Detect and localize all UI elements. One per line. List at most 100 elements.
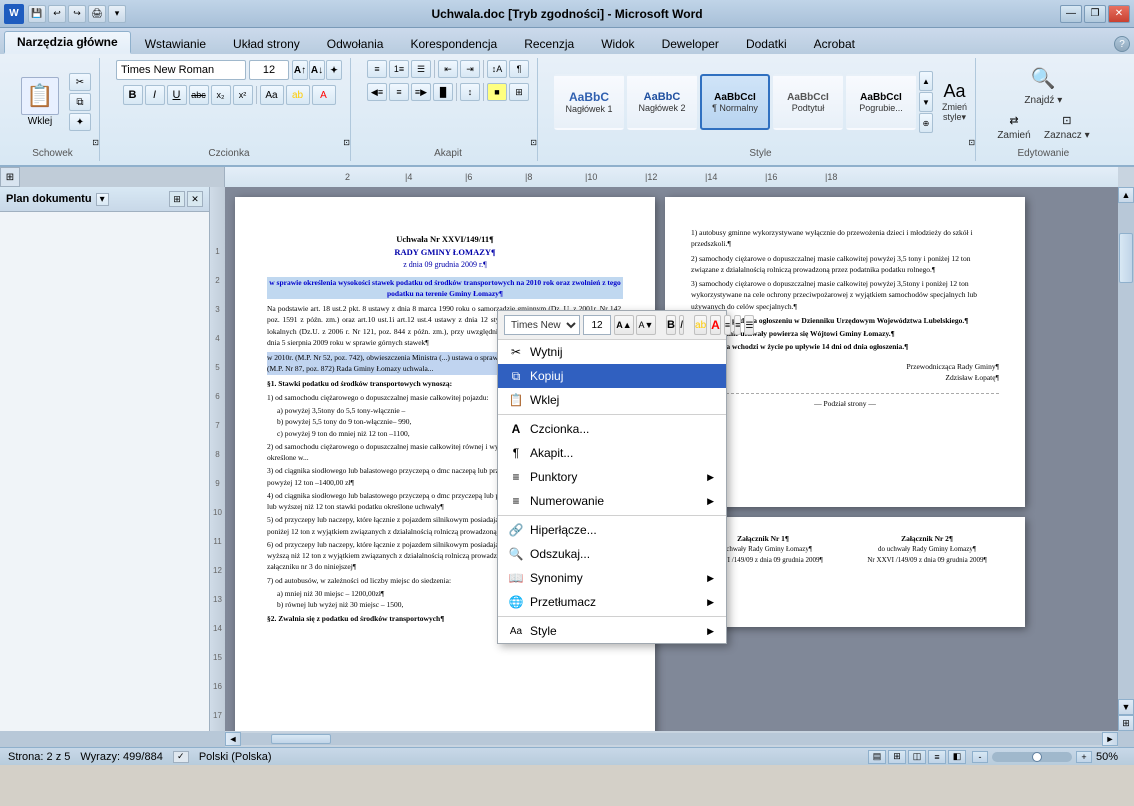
align-center-button[interactable]: ≡ xyxy=(389,83,409,101)
bullet-list-button[interactable]: ≡ xyxy=(367,60,387,78)
save-button[interactable]: 💾 xyxy=(28,5,46,23)
h-scrollbar[interactable]: ◄ ► xyxy=(225,731,1118,747)
replace-button[interactable]: ⇄ Zamień xyxy=(992,111,1036,144)
scroll-thumb[interactable] xyxy=(1119,233,1133,283)
font-color-button[interactable]: A xyxy=(312,85,336,105)
increase-indent-button[interactable]: ⇥ xyxy=(460,60,480,78)
tab-developer[interactable]: Deweloper xyxy=(649,33,732,54)
ctx-font-color-button[interactable]: A xyxy=(710,315,721,335)
styles-scroll-down[interactable]: ▼ xyxy=(919,92,933,112)
ctx-font-item[interactable]: A Czcionka... xyxy=(498,417,726,441)
nav-dropdown-button[interactable]: ▾ xyxy=(96,193,109,206)
borders-button[interactable]: ⊞ xyxy=(509,83,529,101)
scroll-down-button[interactable]: ▼ xyxy=(1118,699,1134,715)
bold-button[interactable]: B xyxy=(123,85,143,105)
subscript-button[interactable]: x₂ xyxy=(211,85,231,105)
ctx-paste-item[interactable]: 📋 Wklej xyxy=(498,388,726,412)
ctx-align-button[interactable]: ≡ xyxy=(724,315,731,335)
font-shrink-button[interactable]: A↓ xyxy=(309,60,325,80)
ctx-hyperlink-item[interactable]: 🔗 Hiperłącze... xyxy=(498,518,726,542)
paste-button[interactable]: 📋 Wklej xyxy=(14,74,66,130)
scroll-track[interactable] xyxy=(1118,203,1134,699)
change-styles-button[interactable]: Aa Zmieństyle▾ xyxy=(942,81,967,123)
tab-acrobat[interactable]: Acrobat xyxy=(801,33,868,54)
style-normal[interactable]: AaBbCcI ¶ Normalny xyxy=(700,74,770,130)
ctx-numbering-item[interactable]: ≡ Numerowanie ▶ xyxy=(498,489,726,513)
styles-more[interactable]: ⊕ xyxy=(919,113,933,133)
ctx-align-button2[interactable]: ≡ xyxy=(734,315,741,335)
scroll-up-button[interactable]: ▲ xyxy=(1118,187,1134,203)
ctx-find-item[interactable]: 🔍 Odszukaj... xyxy=(498,542,726,566)
customize-button[interactable]: ▾ xyxy=(108,5,126,23)
line-spacing-button[interactable]: ↕ xyxy=(460,83,480,101)
minimize-button[interactable]: — xyxy=(1060,5,1082,23)
ctx-list-button[interactable]: ☰ xyxy=(744,315,754,335)
undo-button[interactable]: ↩ xyxy=(48,5,66,23)
zoom-out-button[interactable]: - xyxy=(972,751,988,763)
styles-scroll-up[interactable]: ▲ xyxy=(919,71,933,91)
ruler-toggle[interactable]: ⊞ xyxy=(0,167,20,187)
style-bold[interactable]: AaBbCcI Pogrubie... xyxy=(846,74,916,130)
tab-mailings[interactable]: Korespondencja xyxy=(397,33,510,54)
nav-close-button[interactable]: ✕ xyxy=(187,191,203,207)
tab-review[interactable]: Recenzja xyxy=(511,33,587,54)
tab-addins[interactable]: Dodatki xyxy=(733,33,800,54)
paste-format-button[interactable]: ✦ xyxy=(69,113,91,131)
highlight-button[interactable]: ab xyxy=(286,85,310,105)
ctx-paragraph-item[interactable]: ¶ Akapit... xyxy=(498,441,726,465)
close-button[interactable]: ✕ xyxy=(1108,5,1130,23)
ctx-copy-item[interactable]: ⧉ Kopiuj xyxy=(498,364,726,388)
ctx-highlight-button[interactable]: ab xyxy=(694,315,707,335)
view-outline-button[interactable]: ≡ xyxy=(928,750,946,764)
superscript-button[interactable]: x² xyxy=(233,85,253,105)
case-button[interactable]: Aa xyxy=(260,85,284,105)
tab-pagelayout[interactable]: Układ strony xyxy=(220,33,313,54)
show-marks-button[interactable]: ¶ xyxy=(509,60,529,78)
print-button[interactable]: 🖨 xyxy=(88,5,106,23)
ctx-styles-item[interactable]: Aa Style ▶ xyxy=(498,619,726,643)
proofing-icon[interactable]: ✓ xyxy=(173,751,189,763)
font-grow-button[interactable]: A↑ xyxy=(292,60,308,80)
strikethrough-button[interactable]: abc xyxy=(189,85,209,105)
find-button[interactable]: 🔍 Znajdź ▾ xyxy=(1019,60,1067,109)
italic-button[interactable]: I xyxy=(145,85,165,105)
ctx-font-grow-button[interactable]: A▲ xyxy=(614,315,634,335)
cut-button[interactable]: ✂ xyxy=(69,73,91,91)
restore-button[interactable]: ❐ xyxy=(1084,5,1106,23)
style-heading2[interactable]: AaBbC Nagłówek 2 xyxy=(627,74,697,130)
view-draft-button[interactable]: ◧ xyxy=(948,750,966,764)
ctx-bullets-item[interactable]: ≡ Punktory ▶ xyxy=(498,465,726,489)
align-right-button[interactable]: ≡▶ xyxy=(411,83,431,101)
align-left-button[interactable]: ◀≡ xyxy=(367,83,387,101)
font-size-input[interactable] xyxy=(249,60,289,80)
h-scroll-track[interactable] xyxy=(241,733,1102,745)
ctx-font-shrink-button[interactable]: A▼ xyxy=(636,315,656,335)
view-web-button[interactable]: ◫ xyxy=(908,750,926,764)
justify-button[interactable]: ▐▌ xyxy=(433,83,453,101)
ctx-synonyms-item[interactable]: 📖 Synonimy ▶ xyxy=(498,566,726,590)
view-print-button[interactable]: ▤ xyxy=(868,750,886,764)
ctx-cut-item[interactable]: ✂ Wytnij xyxy=(498,340,726,364)
clear-format-button[interactable]: ✦ xyxy=(326,60,342,80)
view-fullscreen-button[interactable]: ⊞ xyxy=(888,750,906,764)
ctx-font-select[interactable]: Times New xyxy=(504,315,580,335)
tab-home[interactable]: Narzędzia główne xyxy=(4,31,131,54)
ctx-font-size-input[interactable] xyxy=(583,315,611,335)
shading-button[interactable]: ■ xyxy=(487,83,507,101)
h-scroll-right-button[interactable]: ► xyxy=(1102,732,1118,746)
para-expand[interactable]: ⊡ xyxy=(530,138,537,147)
ctx-translate-item[interactable]: 🌐 Przetłumacz ▶ xyxy=(498,590,726,614)
tab-references[interactable]: Odwołania xyxy=(314,33,397,54)
style-subtitle[interactable]: AaBbCcI Podtytuł xyxy=(773,74,843,130)
styles-expand[interactable]: ⊡ xyxy=(968,138,975,147)
multilevel-list-button[interactable]: ☰ xyxy=(411,60,431,78)
clipboard-expand[interactable]: ⊡ xyxy=(92,138,99,147)
decrease-indent-button[interactable]: ⇤ xyxy=(438,60,458,78)
style-heading1[interactable]: AaBbC Nagłówek 1 xyxy=(554,74,624,130)
tab-insert[interactable]: Wstawianie xyxy=(132,33,219,54)
select-button[interactable]: ⊡ Zaznacz ▾ xyxy=(1039,111,1095,144)
sort-button[interactable]: ↕A xyxy=(487,60,507,78)
nav-layout-button[interactable]: ⊞ xyxy=(169,191,185,207)
number-list-button[interactable]: 1≡ xyxy=(389,60,409,78)
zoom-thumb[interactable] xyxy=(1032,752,1042,762)
